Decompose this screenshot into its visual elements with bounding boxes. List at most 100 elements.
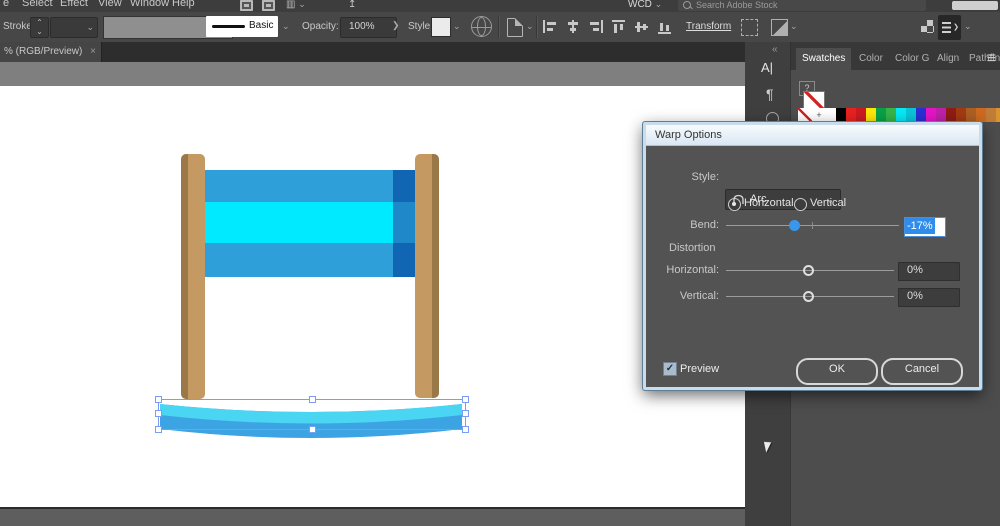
sign-post-left[interactable] — [181, 154, 205, 399]
stroke-weight-dropdown[interactable]: ⌄ — [50, 17, 98, 38]
search-input[interactable]: Search Adobe Stock — [678, 0, 926, 11]
swatch[interactable] — [986, 108, 996, 122]
selection-handle[interactable] — [462, 410, 469, 417]
selection-handle[interactable] — [462, 426, 469, 433]
document-setup-icon[interactable] — [507, 18, 523, 37]
cancel-button[interactable]: Cancel — [881, 358, 963, 385]
align-bottom-icon[interactable] — [658, 20, 671, 34]
swatch[interactable] — [926, 108, 936, 122]
tab-color[interactable]: Color — [853, 48, 889, 70]
align-left-icon[interactable] — [543, 20, 557, 33]
swatch[interactable] — [856, 108, 866, 122]
swatch[interactable] — [966, 108, 976, 122]
gpu-performance-chip[interactable] — [952, 1, 998, 10]
bridge-icon[interactable] — [240, 0, 253, 11]
none-swatch[interactable] — [803, 91, 825, 109]
align-middle-icon[interactable] — [635, 20, 648, 34]
swatch[interactable] — [916, 108, 926, 122]
horizontal-slider-handle[interactable] — [803, 265, 814, 276]
distortion-section-label: Distortion — [669, 242, 716, 254]
arrange-grid-icon[interactable] — [921, 20, 934, 33]
selection-handle[interactable] — [155, 410, 162, 417]
horizontal-radio-label[interactable]: Horizontal — [744, 197, 794, 209]
align-top-icon[interactable] — [612, 20, 625, 34]
graphic-style-swatch[interactable] — [431, 17, 451, 37]
preview-checkbox[interactable]: ✓ — [663, 362, 677, 376]
brush-definition-dropdown[interactable]: Basic — [206, 16, 278, 37]
menu-item-effect[interactable]: Effect — [60, 0, 88, 9]
swatch[interactable] — [896, 108, 906, 122]
bend-slider-center-tick — [812, 222, 813, 229]
document-tab[interactable]: % (RGB/Preview) × — [0, 42, 102, 62]
bend-slider-handle[interactable] — [789, 220, 800, 231]
swatch[interactable] — [836, 108, 846, 122]
swatch[interactable] — [876, 108, 886, 122]
selection-handle[interactable] — [462, 396, 469, 403]
horizontal-radio[interactable] — [728, 198, 741, 211]
free-transform-icon[interactable] — [741, 19, 758, 36]
swatch[interactable] — [886, 108, 896, 122]
menu-item-view[interactable]: View — [98, 0, 122, 9]
registration-swatch-cell[interactable]: + — [812, 108, 826, 122]
panel-menu-icon[interactable]: ≡ — [987, 50, 996, 68]
horizontal-value-input[interactable]: 0% — [898, 262, 960, 281]
tab-swatches[interactable]: Swatches — [796, 48, 852, 70]
transform-link[interactable]: Transform — [686, 21, 731, 32]
app-icon[interactable] — [262, 0, 275, 11]
vertical-slider-handle[interactable] — [803, 291, 814, 302]
share-icon[interactable]: ↥ — [348, 0, 356, 10]
shape-builder-icon[interactable] — [771, 19, 788, 36]
menu-item-file[interactable]: e — [3, 0, 9, 9]
tab-align[interactable]: Align — [931, 48, 965, 70]
tab-color-guide[interactable]: Color G — [889, 48, 935, 70]
brush-stroke-preview — [212, 25, 245, 28]
swatch[interactable] — [946, 108, 956, 122]
character-panel-icon[interactable]: A| — [761, 60, 773, 75]
bend-value-input[interactable]: -17% — [904, 217, 946, 237]
stroke-weight-stepper[interactable]: ⌃ ⌄ — [30, 17, 49, 38]
banner-shape[interactable] — [205, 170, 415, 277]
vertical-radio[interactable] — [794, 198, 807, 211]
document-setup-globe-icon[interactable] — [471, 16, 492, 37]
arrange-documents-icon[interactable]: ▥ ⌄ — [286, 0, 306, 10]
selection-handle[interactable] — [309, 426, 316, 433]
none-swatch-cell[interactable] — [798, 108, 812, 122]
panel-list-icon — [942, 22, 951, 33]
dialog-title-bar[interactable]: Warp Options — [646, 125, 979, 146]
mouse-cursor — [763, 440, 774, 453]
swatch[interactable] — [826, 108, 836, 122]
align-center-icon[interactable] — [566, 20, 580, 33]
swatch[interactable] — [996, 108, 1000, 122]
panel-toggle-button[interactable] — [938, 15, 961, 40]
workspace-switcher[interactable]: WCD ⌄ — [628, 0, 662, 10]
swatch[interactable] — [906, 108, 916, 122]
swatch[interactable] — [936, 108, 946, 122]
menu-item-help[interactable]: Help — [172, 0, 195, 9]
canvas-area[interactable] — [0, 62, 745, 526]
panel-chevron-icon[interactable]: ⌄ — [964, 22, 972, 31]
ok-button[interactable]: OK — [796, 358, 878, 385]
menu-item-select[interactable]: Select — [22, 0, 53, 9]
vertical-radio-label[interactable]: Vertical — [810, 197, 846, 209]
vertical-value-input[interactable]: 0% — [898, 288, 960, 307]
swatch[interactable] — [866, 108, 876, 122]
preview-label[interactable]: Preview — [680, 363, 719, 375]
style-chevron-icon[interactable]: ⌄ — [453, 22, 461, 31]
paragraph-panel-icon[interactable]: ¶ — [766, 86, 774, 102]
brush-chevron-icon[interactable]: ⌄ — [282, 22, 290, 31]
swatch[interactable] — [976, 108, 986, 122]
selection-handle[interactable] — [309, 396, 316, 403]
selection-handle[interactable] — [155, 426, 162, 433]
opacity-chevron-icon[interactable]: ❯ — [392, 21, 400, 30]
collapse-panels-icon[interactable]: « — [772, 44, 778, 55]
swatch[interactable] — [846, 108, 856, 122]
shape-chevron-icon[interactable]: ⌄ — [790, 22, 798, 31]
menu-item-window[interactable]: Window — [130, 0, 169, 9]
selection-handle[interactable] — [155, 396, 162, 403]
align-right-icon[interactable] — [589, 20, 603, 33]
swatch[interactable] — [956, 108, 966, 122]
document-setup-chevron-icon[interactable]: ⌄ — [526, 22, 534, 31]
sign-post-right[interactable] — [415, 154, 439, 398]
close-tab-icon[interactable]: × — [90, 42, 96, 62]
opacity-input[interactable]: 100% — [340, 17, 397, 38]
